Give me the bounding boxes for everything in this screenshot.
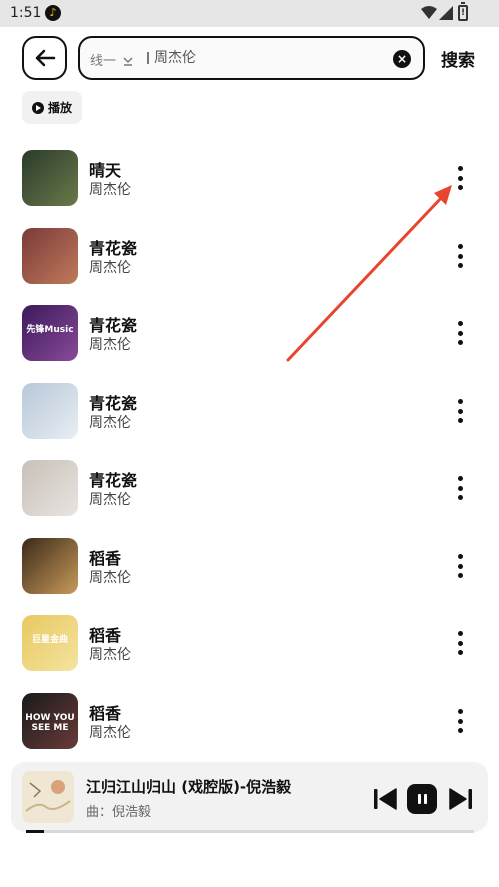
- search-box[interactable]: 线一 ×: [78, 36, 425, 80]
- more-options-icon[interactable]: [450, 476, 470, 500]
- music-notification-icon: ♪: [45, 5, 61, 21]
- song-artist: 周杰伦: [89, 570, 131, 586]
- clear-icon[interactable]: ×: [393, 50, 411, 68]
- pause-icon: [417, 794, 421, 804]
- song-artist: 周杰伦: [89, 415, 131, 431]
- now-playing-cover: [22, 771, 74, 823]
- wifi-icon: [421, 6, 437, 19]
- more-options-icon[interactable]: [450, 631, 470, 655]
- album-cover-text: 先锋Music: [26, 325, 74, 335]
- list-item[interactable]: 晴天 周杰伦: [0, 150, 499, 228]
- now-playing-title: 江归江山归山 (戏腔版)-倪浩毅: [86, 778, 292, 796]
- more-options-icon[interactable]: [450, 554, 470, 578]
- album-cover-text: HOW YOU SEE ME: [25, 713, 75, 733]
- album-cover: [22, 150, 78, 206]
- list-item[interactable]: 巨星金曲 稻香 周杰伦: [0, 615, 499, 693]
- list-item[interactable]: 稻香 周杰伦: [0, 538, 499, 616]
- next-track-icon[interactable]: [449, 788, 473, 810]
- song-artist: 周杰伦: [89, 492, 131, 508]
- album-cover: HOW YOU SEE ME: [22, 693, 78, 749]
- more-options-icon[interactable]: [450, 399, 470, 423]
- status-bar: 1:51 ♪ !: [0, 0, 499, 27]
- song-artist: 周杰伦: [89, 725, 131, 741]
- previous-track-icon[interactable]: [373, 788, 397, 810]
- list-item[interactable]: 先锋Music 青花瓷 周杰伦: [0, 305, 499, 383]
- more-options-icon[interactable]: [450, 244, 470, 268]
- download-line-icon: [123, 56, 133, 66]
- play-circle-icon: [31, 101, 44, 114]
- list-item[interactable]: 青花瓷 周杰伦: [0, 383, 499, 461]
- play-all-button[interactable]: 播放: [22, 91, 82, 124]
- play-all-label: 播放: [47, 101, 72, 115]
- song-title: 稻香: [89, 626, 122, 645]
- more-options-icon[interactable]: [450, 709, 470, 733]
- search-button[interactable]: 搜索: [441, 46, 475, 71]
- album-cover: 巨星金曲: [22, 615, 78, 671]
- song-artist: 周杰伦: [89, 647, 131, 663]
- song-title: 青花瓷: [89, 471, 138, 490]
- song-title: 稻香: [89, 549, 122, 568]
- song-artist: 周杰伦: [89, 337, 131, 353]
- album-cover-text: 巨星金曲: [31, 635, 68, 645]
- mini-player[interactable]: 江归江山归山 (戏腔版)-倪浩毅 曲：倪浩毅: [11, 762, 488, 832]
- line-selector-label: 线一: [90, 54, 117, 69]
- signal-icon: [439, 6, 453, 20]
- line-selector[interactable]: 线一: [90, 50, 134, 69]
- song-title: 稻香: [89, 704, 122, 723]
- song-artist: 周杰伦: [89, 182, 131, 198]
- album-cover: [22, 460, 78, 516]
- list-item[interactable]: HOW YOU SEE ME 稻香 周杰伦: [0, 693, 499, 771]
- back-button[interactable]: [22, 36, 67, 80]
- playback-progress-bar[interactable]: [26, 830, 474, 833]
- song-title: 青花瓷: [89, 239, 138, 258]
- album-cover: 先锋Music: [22, 305, 78, 361]
- list-item[interactable]: 青花瓷 周杰伦: [0, 460, 499, 538]
- album-cover: [22, 383, 78, 439]
- more-options-icon[interactable]: [450, 321, 470, 345]
- status-time: 1:51: [10, 5, 42, 21]
- more-options-icon[interactable]: [450, 166, 470, 190]
- now-playing-artwork: [22, 771, 74, 823]
- back-arrow-icon: [35, 49, 55, 67]
- now-playing-subtitle: 曲：倪浩毅: [86, 805, 152, 820]
- song-title: 青花瓷: [89, 394, 138, 413]
- pause-button[interactable]: [407, 784, 437, 814]
- album-cover: [22, 228, 78, 284]
- battery-icon: !: [458, 2, 468, 21]
- playback-progress-fill: [26, 830, 44, 833]
- list-item[interactable]: 青花瓷 周杰伦: [0, 228, 499, 306]
- song-title: 青花瓷: [89, 316, 138, 335]
- search-input[interactable]: [154, 49, 384, 65]
- song-artist: 周杰伦: [89, 260, 131, 276]
- album-cover: [22, 538, 78, 594]
- song-title: 晴天: [89, 161, 122, 180]
- search-divider: [147, 52, 149, 64]
